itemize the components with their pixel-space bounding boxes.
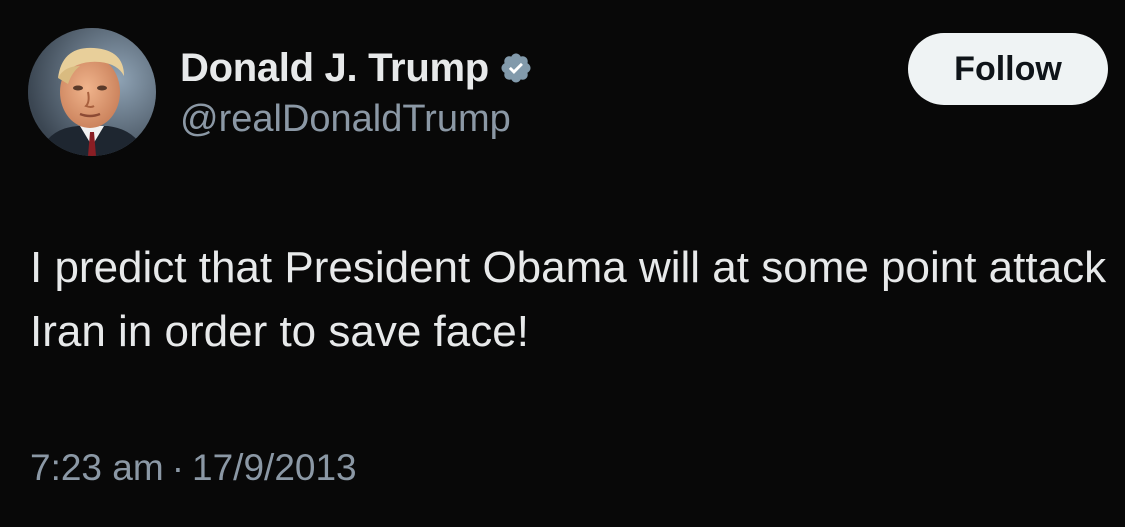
meta-separator: ·	[171, 447, 185, 488]
tweet-date: 17/9/2013	[192, 447, 357, 488]
tweet-text: I predict that President Obama will at s…	[30, 243, 1107, 356]
tweet-time: 7:23 am	[30, 447, 164, 488]
author-handle[interactable]: @realDonaldTrump	[180, 98, 511, 141]
tweet-card: Donald J. Trump @realDonaldTrump Follow …	[0, 0, 1125, 527]
avatar-image	[28, 28, 156, 156]
avatar[interactable]	[28, 28, 156, 156]
tweet-timestamp[interactable]: 7:23 am · 17/9/2013	[30, 447, 357, 489]
follow-button[interactable]: Follow	[908, 33, 1108, 105]
author-display-name[interactable]: Donald J. Trump	[180, 46, 489, 91]
author-name-row: Donald J. Trump	[180, 42, 533, 94]
verified-badge-icon[interactable]	[499, 51, 533, 85]
